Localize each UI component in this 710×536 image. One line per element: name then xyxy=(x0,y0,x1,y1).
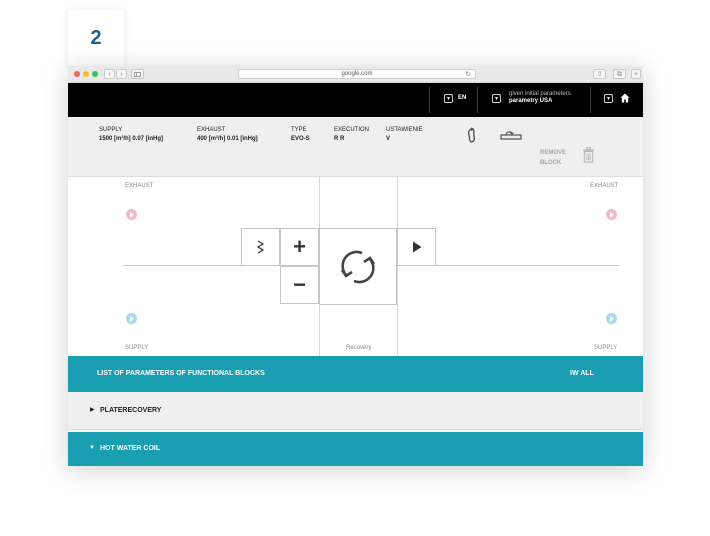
app-header: ▼ EN ▼ given initial parameters parametr… xyxy=(68,83,643,117)
play-icon xyxy=(412,241,421,253)
parameters-selector[interactable]: parametry USA xyxy=(509,98,552,104)
ustawienie-value: V xyxy=(386,136,391,142)
supply-label-right: SUPPLY xyxy=(594,345,618,351)
exhaust-label: EXHAUST xyxy=(197,127,226,133)
recovery-block[interactable] xyxy=(319,228,397,305)
maximize-window-button[interactable] xyxy=(92,71,98,77)
execution-label: EXECUTION xyxy=(334,127,370,133)
execution-param: EXECUTION R R xyxy=(334,127,369,142)
forward-icon[interactable]: › xyxy=(116,69,127,79)
language-selector[interactable]: EN xyxy=(458,95,466,101)
reload-icon[interactable]: ↻ xyxy=(465,70,471,78)
language-dropdown-icon[interactable]: ▼ xyxy=(444,94,453,103)
functional-blocks-header: LIST OF PARAMETERS OF FUNCTIONAL BLOCKS … xyxy=(68,356,643,392)
browser-toolbar: ‹ › google.com ↻ ⇧ ⧉ + xyxy=(68,66,643,83)
exhaust-direction-icon[interactable] xyxy=(126,209,137,220)
header-divider xyxy=(429,87,430,113)
ustawienie-label: USTAWIENIE xyxy=(386,127,423,133)
address-bar[interactable]: google.com ↻ xyxy=(238,69,476,79)
flip-unit-icon[interactable] xyxy=(500,130,522,141)
rotate-unit-icon[interactable] xyxy=(466,127,478,144)
parameters-dropdown-icon[interactable]: ▼ xyxy=(492,94,501,103)
supply-direction-icon[interactable] xyxy=(606,313,617,324)
parameters-caption: given initial parameters xyxy=(509,91,571,97)
plus-icon: + xyxy=(293,234,306,259)
header-divider xyxy=(590,87,591,113)
new-tab-icon[interactable]: + xyxy=(631,69,641,79)
remove-block-button[interactable]: REMOVE BLOCK xyxy=(540,148,580,168)
filter-block[interactable] xyxy=(241,228,280,266)
type-label: TYPE xyxy=(291,127,307,133)
recovery-rotation-icon xyxy=(340,250,376,283)
exhaust-direction-icon[interactable] xyxy=(606,209,617,220)
trash-icon[interactable] xyxy=(582,147,595,163)
sidebar-icon[interactable] xyxy=(131,69,144,79)
minimize-window-button[interactable] xyxy=(83,71,89,77)
tabs-icon[interactable]: ⧉ xyxy=(613,69,626,79)
supply-label-left: SUPPLY xyxy=(125,345,149,351)
url-text: google.com xyxy=(341,71,373,77)
expanded-arrow-icon: ▼ xyxy=(89,445,95,451)
view-all-button[interactable]: IW ALL xyxy=(570,370,594,377)
exhaust-label-left: EXHAUST xyxy=(125,183,154,189)
step-number: 2 xyxy=(90,26,102,49)
header-divider xyxy=(477,87,478,113)
plate-recovery-label: PLATERECOVERY xyxy=(100,407,162,414)
hot-water-coil-row[interactable]: ▼ HOT WATER COIL xyxy=(68,432,643,466)
supply-param: SUPPLY 1500 [m³/h] 0.07 [inHg] xyxy=(99,127,163,142)
unit-configuration-canvas: EXHAUST EXHAUST SUPPLY SUPPLY Recovery +… xyxy=(68,177,643,356)
recovery-label: Recovery xyxy=(346,345,372,351)
canvas-divider xyxy=(397,177,398,356)
filter-icon xyxy=(256,240,264,254)
type-param: TYPE EVO-S xyxy=(291,127,310,142)
type-value: EVO-S xyxy=(291,136,310,142)
collapsed-arrow-icon: ▶ xyxy=(90,407,95,413)
exhaust-value: 400 [m³/h] 0.01 [inHg] xyxy=(197,136,258,142)
browser-window: ‹ › google.com ↻ ⇧ ⧉ + ▼ EN ▼ given init… xyxy=(68,66,643,466)
supply-label: SUPPLY xyxy=(99,127,123,133)
hot-water-coil-label: HOT WATER COIL xyxy=(100,445,161,452)
supply-direction-icon[interactable] xyxy=(126,313,137,324)
close-window-button[interactable] xyxy=(74,71,80,77)
step-badge: 2 xyxy=(68,10,124,66)
exhaust-param: EXHAUST 400 [m³/h] 0.01 [inHg] xyxy=(197,127,258,142)
plate-recovery-row[interactable]: ▶ PLATERECOVERY xyxy=(68,392,643,430)
ustawienie-param: USTAWIENIE V xyxy=(386,127,423,142)
back-icon[interactable]: ‹ xyxy=(104,69,115,79)
functional-blocks-title: LIST OF PARAMETERS OF FUNCTIONAL BLOCKS xyxy=(97,370,265,377)
exhaust-label-right: EXHAUST xyxy=(590,183,619,189)
minus-icon: − xyxy=(293,272,306,297)
menu-dropdown-icon[interactable]: ▼ xyxy=(604,94,613,103)
unit-parameters-panel: SUPPLY 1500 [m³/h] 0.07 [inHg] EXHAUST 4… xyxy=(68,117,643,177)
next-block-button[interactable] xyxy=(397,228,436,266)
supply-value: 1500 [m³/h] 0.07 [inHg] xyxy=(99,136,164,142)
add-block-button[interactable]: + xyxy=(280,228,319,266)
share-icon[interactable]: ⇧ xyxy=(593,69,606,79)
remove-block-small-button[interactable]: − xyxy=(280,266,319,304)
home-icon[interactable] xyxy=(620,93,630,103)
execution-value: R R xyxy=(334,136,345,142)
